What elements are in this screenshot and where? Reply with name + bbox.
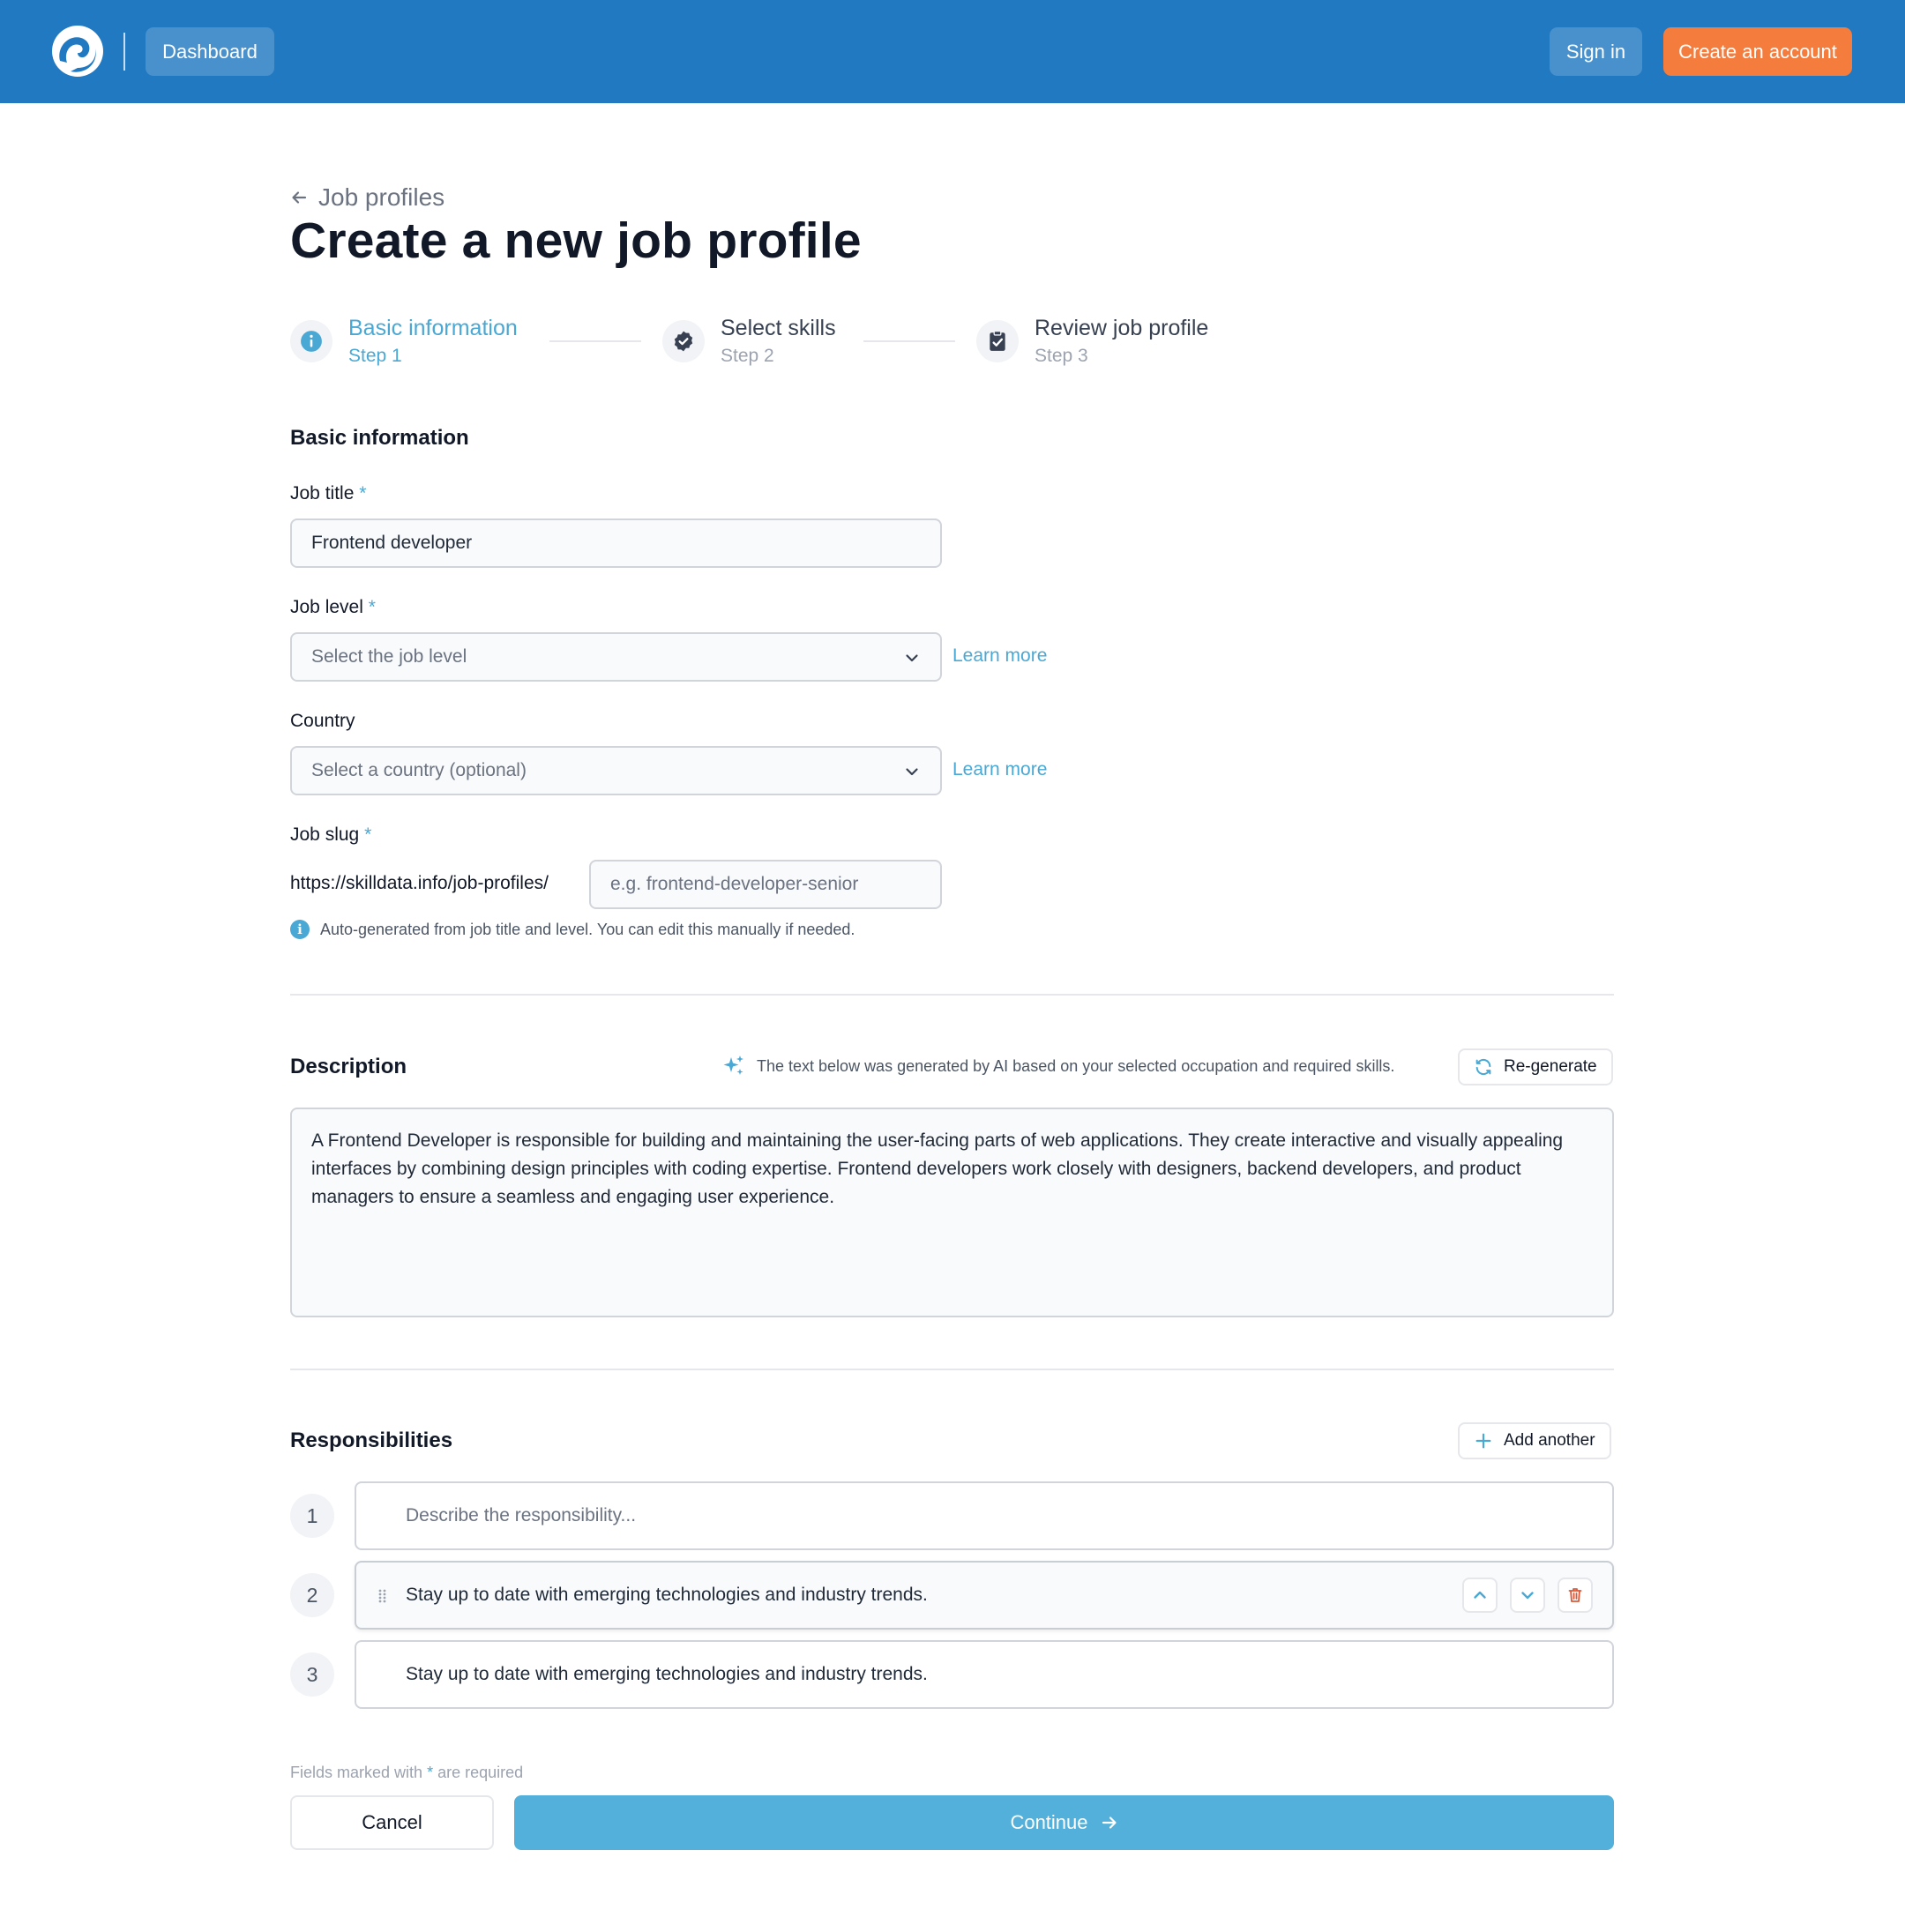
refresh-icon: [1475, 1058, 1491, 1076]
responsibility-input[interactable]: Stay up to date with emerging technologi…: [355, 1561, 1614, 1630]
required-fields-note: Fields marked with * are required: [290, 1764, 524, 1781]
arrow-left-icon: [292, 191, 307, 204]
move-up-button[interactable]: [1462, 1578, 1498, 1613]
slug-hint-text: Auto-generated from job title and level.…: [320, 920, 855, 938]
top-navigation-bar: Dashboard Sign in Create an account: [0, 0, 1905, 103]
step-connector: [549, 340, 641, 342]
responsibility-placeholder: Describe the responsibility...: [406, 1505, 637, 1525]
page-title: Create a new job profile: [290, 213, 862, 269]
step-number: Step 2: [721, 346, 774, 366]
required-mark: *: [359, 483, 367, 504]
chevron-up-icon: [1474, 1591, 1486, 1599]
move-down-button[interactable]: [1510, 1578, 1545, 1613]
job-slug-input[interactable]: e.g. frontend-developer-senior: [589, 860, 942, 909]
continue-button[interactable]: Continue: [514, 1795, 1614, 1850]
required-mark: *: [427, 1764, 434, 1781]
description-textarea[interactable]: A Frontend Developer is responsible for …: [290, 1108, 1614, 1317]
step-title: Review job profile: [1035, 316, 1209, 340]
plus-icon: [1475, 1433, 1491, 1449]
arrow-right-icon: [1102, 1816, 1117, 1829]
clipboard-check-icon: [976, 320, 1019, 362]
sparkles-icon: [723, 1056, 743, 1075]
section-divider: [290, 1369, 1614, 1370]
regenerate-button[interactable]: Re-generate: [1458, 1048, 1613, 1085]
step-review-job-profile[interactable]: Review job profile Step 3: [976, 313, 1208, 369]
dashboard-button[interactable]: Dashboard: [146, 27, 274, 76]
delete-button[interactable]: [1558, 1578, 1593, 1613]
responsibility-input[interactable]: Describe the responsibility...: [355, 1481, 1614, 1550]
row-actions: [1462, 1578, 1593, 1613]
ai-generated-note: The text below was generated by AI based…: [721, 1054, 1394, 1078]
job-title-label: Job title *: [290, 483, 367, 504]
section-divider: [290, 994, 1614, 996]
country-learn-more-link[interactable]: Learn more: [952, 759, 1047, 780]
ai-note-text: The text below was generated by AI based…: [757, 1056, 1395, 1075]
step-connector: [863, 340, 955, 342]
job-title-input[interactable]: Frontend developer: [290, 518, 942, 568]
country-select[interactable]: Select a country (optional): [290, 746, 942, 795]
sign-in-button[interactable]: Sign in: [1550, 27, 1642, 76]
slug-hint: i Auto-generated from job title and leve…: [290, 920, 855, 939]
job-level-learn-more-link[interactable]: Learn more: [952, 645, 1047, 667]
logo-divider: [123, 33, 125, 71]
responsibility-number: 3: [290, 1652, 334, 1697]
regenerate-label: Re-generate: [1504, 1057, 1597, 1076]
job-slug-label: Job slug *: [290, 824, 372, 845]
responsibilities-heading: Responsibilities: [290, 1428, 453, 1452]
info-icon: [290, 320, 332, 362]
responsibility-number: 1: [290, 1494, 334, 1538]
job-level-label: Job level *: [290, 597, 376, 617]
required-mark: *: [364, 824, 372, 845]
basic-information-heading: Basic information: [290, 426, 469, 450]
add-another-label: Add another: [1504, 1431, 1595, 1450]
step-select-skills[interactable]: Select skills Step 2: [662, 313, 836, 369]
info-icon: i: [290, 920, 310, 939]
responsibility-text: Stay up to date with emerging technologi…: [406, 1664, 928, 1684]
job-level-select[interactable]: Select the job level: [290, 632, 942, 682]
create-account-button[interactable]: Create an account: [1663, 27, 1852, 76]
country-label: Country: [290, 711, 355, 731]
back-to-job-profiles-link[interactable]: Job profiles: [290, 182, 444, 213]
back-link-label: Job profiles: [318, 183, 445, 211]
chevron-down-icon: [1521, 1592, 1534, 1600]
required-mark: *: [368, 597, 376, 617]
cancel-button[interactable]: Cancel: [290, 1795, 494, 1850]
step-basic-information[interactable]: Basic information Step 1: [290, 313, 518, 369]
responsibility-input[interactable]: Stay up to date with emerging technologi…: [355, 1640, 1614, 1709]
brand-logo-icon[interactable]: [51, 24, 104, 78]
responsibility-text: Stay up to date with emerging technologi…: [406, 1585, 928, 1605]
responsibility-number: 2: [290, 1573, 334, 1617]
step-number: Step 1: [348, 346, 402, 366]
badge-check-icon: [662, 320, 705, 362]
chevron-down-icon: [906, 654, 918, 662]
continue-label: Continue: [1010, 1811, 1088, 1833]
description-heading: Description: [290, 1055, 407, 1078]
add-another-button[interactable]: Add another: [1458, 1422, 1611, 1459]
country-placeholder: Select a country (optional): [311, 760, 527, 780]
step-title: Basic information: [348, 316, 518, 340]
step-title: Select skills: [721, 316, 836, 340]
job-level-placeholder: Select the job level: [311, 646, 467, 667]
step-number: Step 3: [1035, 346, 1088, 366]
slug-url-prefix: https://skilldata.info/job-profiles/: [290, 873, 549, 893]
trash-icon: [1568, 1588, 1582, 1602]
chevron-down-icon: [906, 768, 918, 776]
drag-handle-icon[interactable]: [377, 1588, 390, 1604]
